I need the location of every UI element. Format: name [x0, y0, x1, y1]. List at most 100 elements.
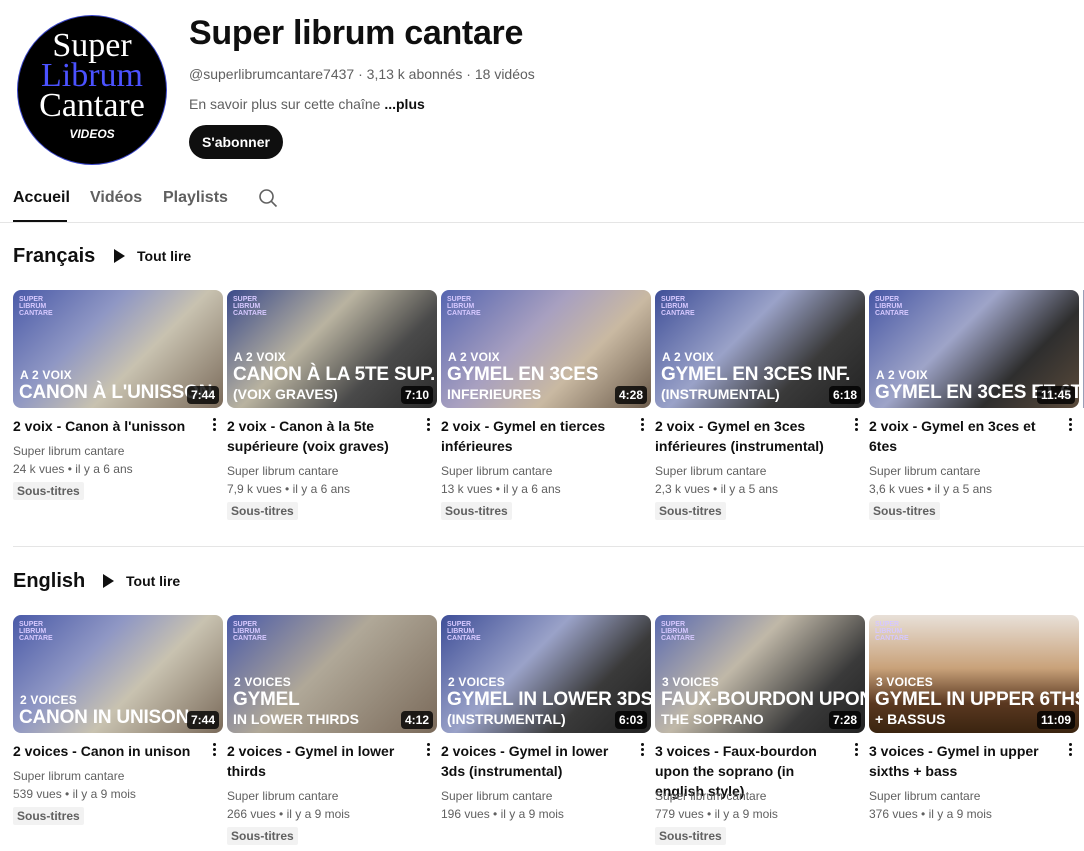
video-thumbnail[interactable]: SUPER LIBRUM CANTARE 2 VOICES GYMEL IN LOWE… [227, 615, 437, 733]
tab-home[interactable]: Accueil [13, 189, 70, 207]
video-channel-name[interactable]: Super librum cantare [227, 787, 338, 805]
upload-age: il y a 9 mois [714, 807, 778, 821]
video-title[interactable]: 2 voices - Canon in unison [13, 741, 203, 761]
view-count: 13 k vues [441, 482, 493, 496]
video-thumbnail[interactable]: SUPER LIBRUM CANTARE A 2 VOIX GYMEL EN 3CE… [869, 290, 1079, 408]
video-thumbnail[interactable]: SUPER LIBRUM CANTARE 3 VOICES GYMEL IN UPP… [869, 615, 1079, 733]
thumbnail-logo: SUPER LIBRUM CANTARE [233, 296, 267, 317]
thumbnail-caption-title: GYMEL IN UPPER 6THS [875, 689, 1079, 710]
thumbnail-logo: SUPER LIBRUM CANTARE [875, 621, 909, 642]
thumbnail-caption-voices: 3 VOICES [876, 675, 933, 689]
thumbnail-logo: SUPER LIBRUM CANTARE [447, 296, 481, 317]
thumbnail-logo: SUPER LIBRUM CANTARE [661, 296, 695, 317]
video-thumbnail[interactable]: SUPER LIBRUM CANTARE A 2 VOIX CANON À L'UN… [13, 290, 223, 408]
thumbnail-caption-title: GYMEL EN 3CES INF. [661, 364, 851, 385]
avatar-text-cantare: Cantare [39, 87, 145, 124]
video-thumbnail[interactable]: SUPER LIBRUM CANTARE A 2 VOIX CANON À LA 5… [227, 290, 437, 408]
tab-videos[interactable]: Vidéos [90, 189, 142, 207]
video-title[interactable]: 2 voix - Canon à l'unisson [13, 416, 203, 436]
play-all-button[interactable]: Tout lire [114, 248, 191, 264]
video-title[interactable]: 2 voix - Gymel en 3ces et 6tes [869, 416, 1059, 456]
duration-badge: 11:45 [1036, 386, 1075, 404]
subscribe-button[interactable]: S'abonner [189, 125, 283, 159]
shelf-title-english[interactable]: English [13, 570, 85, 593]
video-stats: 13 k vues • il y a 6 ans [441, 482, 561, 496]
upload-age: il y a 5 ans [934, 482, 992, 496]
video-thumbnail[interactable]: SUPER LIBRUM CANTARE A 2 VOIX GYMEL EN 3CE… [441, 290, 651, 408]
video-channel-name[interactable]: Super librum cantare [13, 442, 124, 460]
tab-playlists[interactable]: Playlists [163, 189, 228, 207]
kebab-icon[interactable] [209, 741, 219, 761]
video-title[interactable]: 2 voix - Canon à la 5te supérieure (voix… [227, 416, 417, 456]
kebab-icon[interactable] [851, 416, 861, 436]
subtitles-badge: Sous-titres [227, 502, 298, 520]
thumbnail-caption-voices: 3 VOICES [662, 675, 719, 689]
more-link[interactable]: ...plus [384, 96, 424, 112]
search-icon[interactable] [258, 188, 278, 208]
channel-handle: @superlibrumcantare7437 [189, 66, 355, 82]
video-channel-name[interactable]: Super librum cantare [655, 787, 766, 805]
subtitles-badge: Sous-titres [13, 807, 84, 825]
kebab-icon[interactable] [851, 741, 861, 761]
kebab-icon[interactable] [209, 416, 219, 436]
view-count: 539 vues [13, 787, 62, 801]
channel-meta: @superlibrumcantare7437 · 3,13 k abonnés… [189, 66, 535, 82]
duration-badge: 7:10 [400, 386, 433, 404]
kebab-icon[interactable] [637, 416, 647, 436]
video-title[interactable]: 2 voix - Gymel en 3ces inférieures (inst… [655, 416, 845, 456]
kebab-icon[interactable] [1065, 416, 1075, 436]
video-thumbnail[interactable]: SUPER LIBRUM CANTARE A 2 VOIX GYMEL EN 3CE… [655, 290, 865, 408]
view-count: 779 vues [655, 807, 704, 821]
thumbnail-caption-title: GYMEL EN 3CES [447, 364, 599, 385]
thumbnail-caption-subtitle: + BASSUS [875, 711, 946, 727]
shelf-title-french[interactable]: Français [13, 245, 95, 268]
video-thumbnail[interactable]: SUPER LIBRUM CANTARE 2 VOICES GYMEL IN LOW… [441, 615, 651, 733]
thumbnail-caption-title: CANON À LA 5TE SUP. [233, 364, 436, 385]
subtitles-badge: Sous-titres [869, 502, 940, 520]
play-all-button[interactable]: Tout lire [103, 573, 180, 589]
video-channel-name[interactable]: Super librum cantare [441, 787, 552, 805]
video-channel-name[interactable]: Super librum cantare [13, 767, 124, 785]
upload-age: il y a 9 mois [928, 807, 992, 821]
thumbnail-logo: SUPER LIBRUM CANTARE [661, 621, 695, 642]
video-channel-name[interactable]: Super librum cantare [441, 462, 552, 480]
channel-description[interactable]: En savoir plus sur cette chaîne ...plus [189, 96, 425, 112]
channel-name: Super librum cantare [189, 14, 524, 52]
kebab-icon[interactable] [637, 741, 647, 761]
video-stats: 779 vues • il y a 9 mois [655, 807, 778, 821]
video-title[interactable]: 2 voices - Gymel in lower 3ds (instrumen… [441, 741, 631, 781]
shelf-divider [13, 546, 1084, 547]
video-title[interactable]: 3 voices - Gymel in upper sixths + bass [869, 741, 1059, 781]
video-title[interactable]: 2 voices - Gymel in lower thirds [227, 741, 417, 781]
video-stats: 376 vues • il y a 9 mois [869, 807, 992, 821]
video-stats: 2,3 k vues • il y a 5 ans [655, 482, 778, 496]
duration-badge: 7:44 [186, 711, 219, 729]
upload-age: il y a 5 ans [720, 482, 778, 496]
view-count: 376 vues [869, 807, 918, 821]
thumbnail-caption-subtitle: IN LOWER THIRDS [233, 711, 359, 727]
thumbnail-caption-title: CANON IN UNISON [19, 707, 190, 728]
thumbnail-logo: SUPER LIBRUM CANTARE [875, 296, 909, 317]
thumbnail-caption-voices: 2 VOICES [234, 675, 291, 689]
video-thumbnail[interactable]: SUPER LIBRUM CANTARE 2 VOICES CANON IN UNI… [13, 615, 223, 733]
play-icon [114, 249, 125, 263]
description-text: En savoir plus sur cette chaîne [189, 96, 381, 112]
kebab-icon[interactable] [1065, 741, 1075, 761]
thumbnail-caption-title: CANON À L'UNISSON [19, 382, 213, 403]
upload-age: il y a 6 ans [503, 482, 561, 496]
video-count: 18 vidéos [474, 66, 535, 82]
video-channel-name[interactable]: Super librum cantare [227, 462, 338, 480]
kebab-icon[interactable] [423, 416, 433, 436]
video-channel-name[interactable]: Super librum cantare [655, 462, 766, 480]
thumbnail-logo: SUPER LIBRUM CANTARE [447, 621, 481, 642]
subtitles-badge: Sous-titres [227, 827, 298, 845]
channel-avatar[interactable]: Super Librum Cantare VIDEOS [17, 15, 167, 165]
video-channel-name[interactable]: Super librum cantare [869, 462, 980, 480]
video-stats: 266 vues • il y a 9 mois [227, 807, 350, 821]
thumbnail-caption-voices: A 2 VOIX [662, 350, 714, 364]
video-title[interactable]: 2 voix - Gymel en tierces inférieures [441, 416, 631, 456]
video-channel-name[interactable]: Super librum cantare [869, 787, 980, 805]
video-thumbnail[interactable]: SUPER LIBRUM CANTARE 3 VOICES FAUX-BOURDON… [655, 615, 865, 733]
kebab-icon[interactable] [423, 741, 433, 761]
thumbnail-caption-subtitle: (INSTRUMENTAL) [447, 711, 566, 727]
